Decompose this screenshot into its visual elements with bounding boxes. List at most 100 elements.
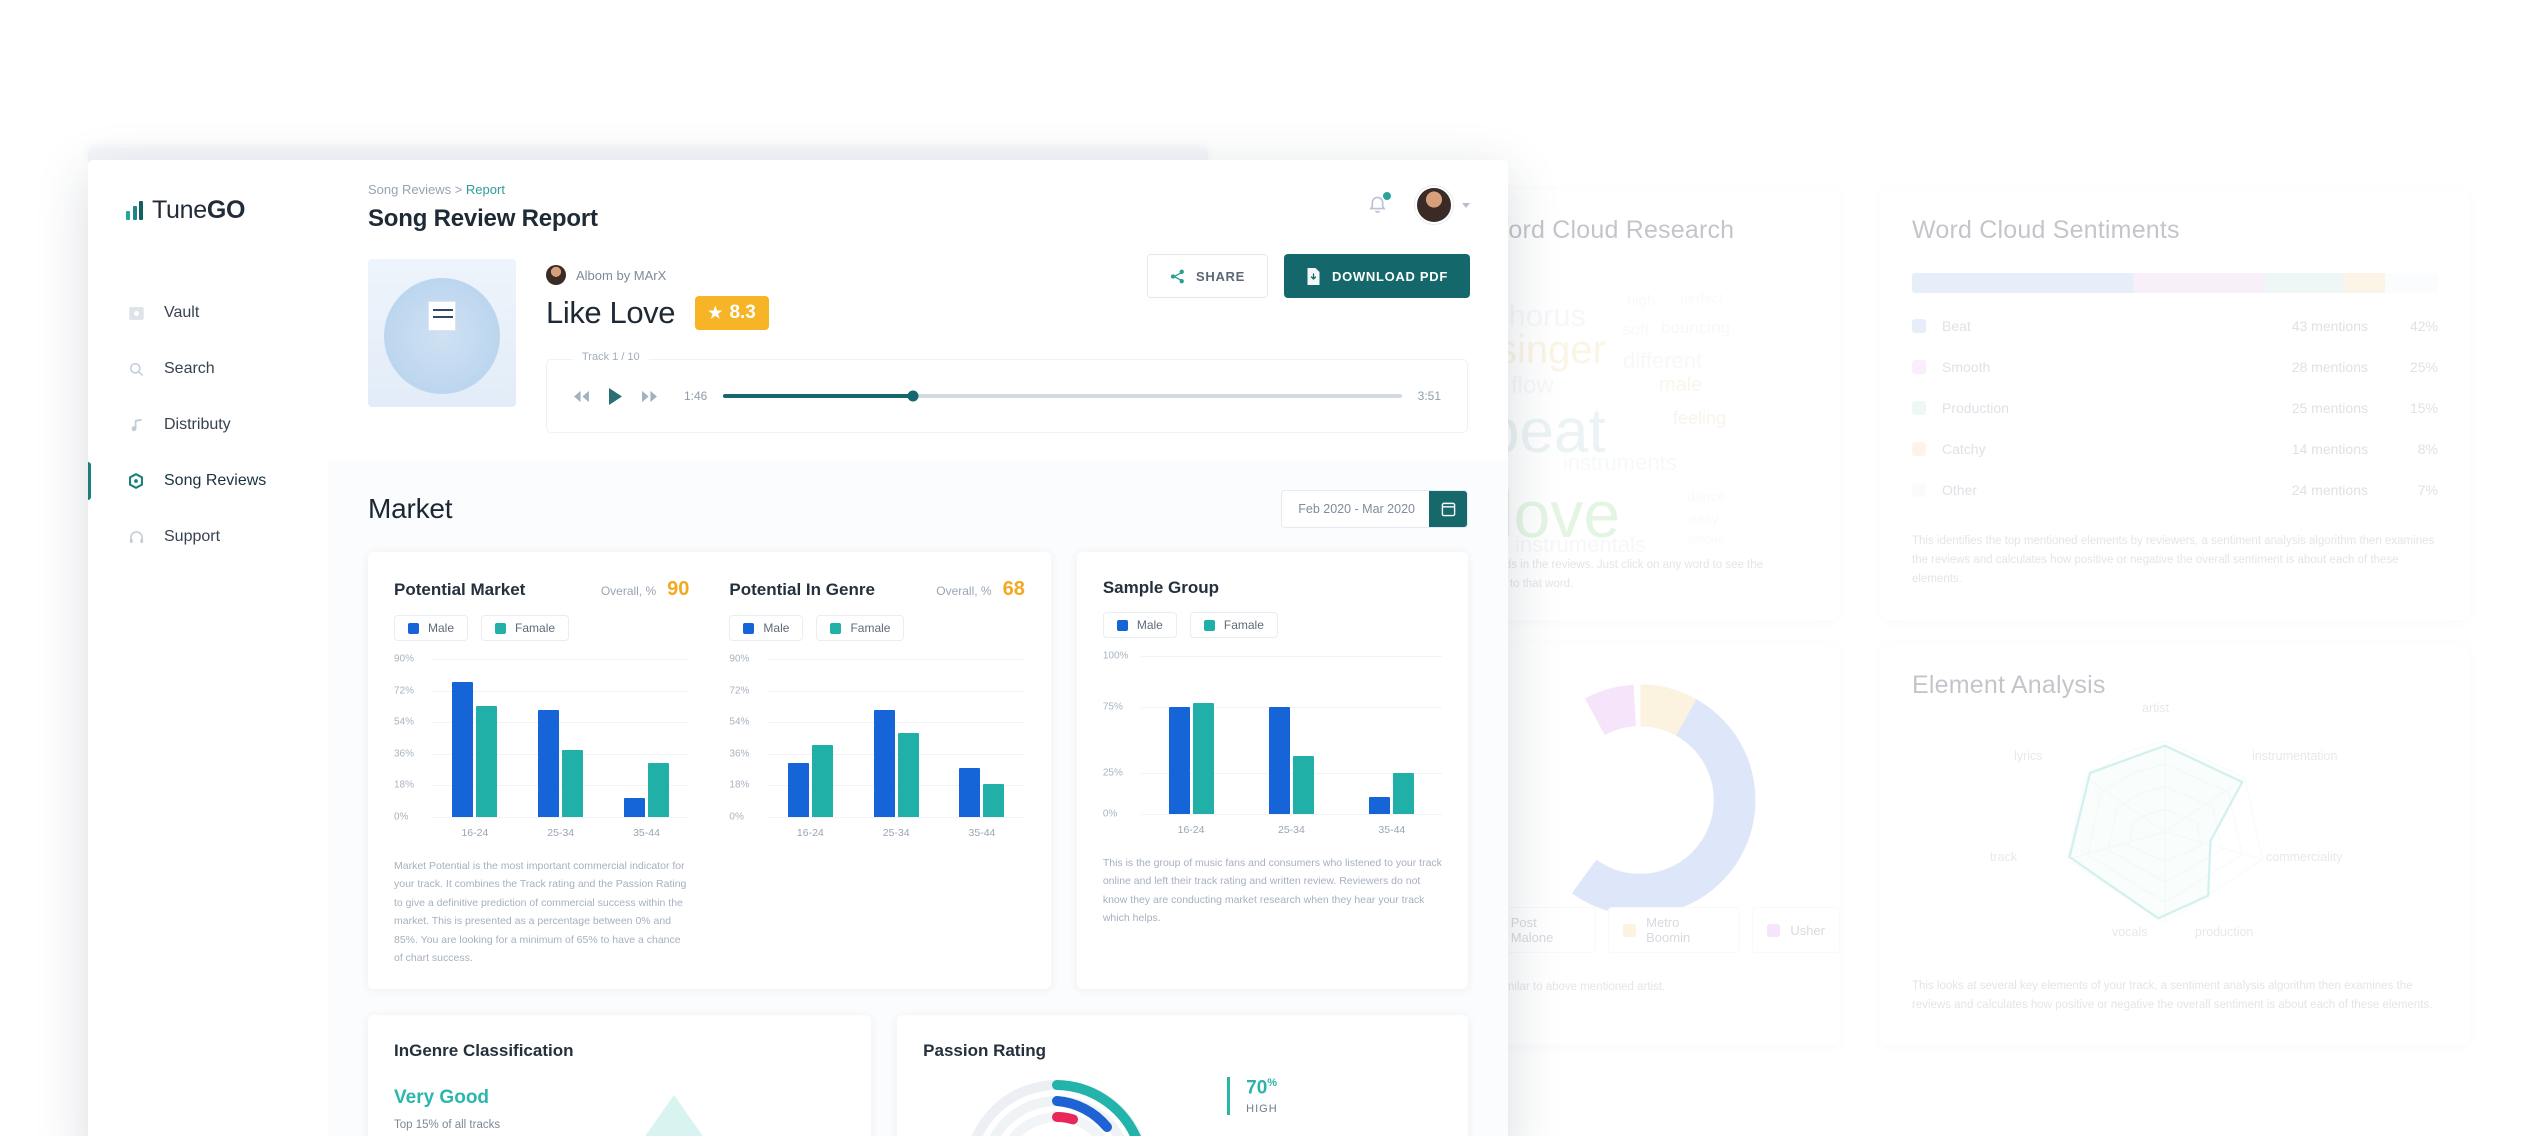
legend-label: Famale bbox=[850, 621, 891, 635]
element-analysis-note: This looks at several key elements of yo… bbox=[1912, 980, 2433, 1012]
word-cloud-word[interactable]: bouncing bbox=[1661, 318, 1730, 338]
sentiment-mentions: 25 mentions bbox=[2291, 400, 2368, 416]
word-cloud-word[interactable]: instrumentals bbox=[1515, 532, 1646, 558]
sidebar-item-search[interactable]: Search bbox=[88, 341, 328, 397]
x-tick: 35-44 bbox=[968, 827, 996, 839]
potential-market-header: Potential Market Overall, % 90 bbox=[394, 578, 689, 601]
star-icon: ★ bbox=[708, 305, 723, 322]
breadcrumb-current[interactable]: Report bbox=[466, 182, 505, 197]
sentiment-label: Production bbox=[1942, 400, 2009, 416]
calendar-icon[interactable] bbox=[1429, 491, 1467, 527]
swatch-icon bbox=[1116, 619, 1128, 631]
play-button[interactable] bbox=[608, 387, 623, 406]
legend-item[interactable]: Metro Boomin bbox=[1608, 907, 1741, 953]
x-tick: 35-44 bbox=[633, 827, 660, 839]
word-cloud-card: Word Cloud Research chorus high perfect sin… bbox=[1455, 190, 1840, 620]
swatch-icon bbox=[408, 622, 419, 634]
word-cloud-word[interactable]: soft bbox=[1622, 320, 1649, 340]
legend-item[interactable]: Usher bbox=[1752, 907, 1840, 953]
breadcrumb-parent[interactable]: Song Reviews > bbox=[368, 182, 466, 197]
user-menu[interactable] bbox=[1415, 186, 1470, 224]
overall-stat: Overall, % 68 bbox=[936, 578, 1025, 601]
swatch-icon bbox=[1203, 619, 1215, 631]
passion-stats: 70% HIGH 23% MEDIUM bbox=[1227, 1077, 1297, 1136]
date-range-picker[interactable]: Feb 2020 - Mar 2020 bbox=[1281, 490, 1468, 528]
x-tick: 25-34 bbox=[882, 827, 910, 839]
y-tick: 54% bbox=[729, 716, 750, 728]
element-analysis-title: Element Analysis bbox=[1912, 671, 2106, 699]
x-axis: 16-24 25-34 35-44 bbox=[1141, 824, 1442, 836]
legend-item-male[interactable]: Male bbox=[394, 615, 469, 641]
sentiment-label: Smooth bbox=[1942, 359, 1991, 375]
card-title: Potential In Genre bbox=[729, 580, 875, 599]
brand-text: TuneGO bbox=[152, 196, 245, 225]
sidebar-item-support[interactable]: Support bbox=[88, 509, 328, 565]
swatch-icon bbox=[830, 622, 842, 634]
bell-icon[interactable] bbox=[1367, 192, 1391, 216]
word-cloud-word[interactable]: instruments bbox=[1563, 450, 1677, 476]
word-cloud-word[interactable]: singer bbox=[1497, 328, 1606, 373]
word-cloud-word[interactable]: feeling bbox=[1673, 408, 1726, 429]
word-cloud-word[interactable]: male bbox=[1659, 374, 1702, 397]
legend-label: Usher bbox=[1790, 922, 1825, 938]
album-by-text: Albom by MArX bbox=[576, 267, 667, 283]
radar-axis-artist: artist bbox=[2142, 701, 2170, 715]
x-tick: 25-34 bbox=[547, 827, 575, 839]
word-cloud-word[interactable]: easy bbox=[1689, 510, 1719, 526]
word-cloud-word[interactable]: high bbox=[1627, 292, 1655, 309]
swatch-icon bbox=[1912, 442, 1926, 456]
sidebar-item-vault[interactable]: Vault bbox=[88, 285, 328, 341]
word-cloud-word[interactable]: love bbox=[1499, 476, 1620, 552]
progress-slider[interactable] bbox=[723, 390, 1402, 402]
rewind-button[interactable] bbox=[573, 390, 590, 403]
rating-badge: ★ 8.3 bbox=[695, 296, 769, 330]
progress-knob[interactable] bbox=[907, 390, 919, 402]
chart-bars-icon bbox=[126, 201, 143, 220]
notification-dot bbox=[1383, 192, 1391, 200]
page-title: Song Review Report bbox=[368, 205, 598, 232]
similar-artists-card: 60% Post Malone Metro Boomin Usher is si… bbox=[1455, 645, 1840, 1045]
y-tick: 100% bbox=[1102, 650, 1129, 662]
sentiment-percent: 15% bbox=[2409, 400, 2438, 416]
forward-button[interactable] bbox=[641, 390, 658, 403]
word-cloud-word[interactable]: unique bbox=[1688, 532, 1724, 546]
y-tick: 25% bbox=[1102, 767, 1123, 779]
download-pdf-button[interactable]: DOWNLOAD PDF bbox=[1284, 254, 1470, 298]
brand-logo[interactable]: TuneGO bbox=[126, 196, 328, 225]
word-cloud-word[interactable]: perfect bbox=[1680, 290, 1723, 306]
word-cloud-word[interactable]: different bbox=[1623, 348, 1702, 374]
share-button[interactable]: SHARE bbox=[1146, 254, 1268, 298]
word-cloud-word[interactable]: dance bbox=[1687, 488, 1725, 504]
potential-market-note: Market Potential is the most important c… bbox=[394, 860, 687, 964]
swatch-icon bbox=[1912, 319, 1926, 333]
x-tick: 16-24 bbox=[796, 827, 824, 839]
potential-market-legend: Male Famale bbox=[394, 615, 689, 641]
bar-group bbox=[518, 659, 604, 817]
album-cover bbox=[368, 259, 516, 407]
chevron-down-icon bbox=[1462, 202, 1470, 208]
artist-avatar bbox=[546, 265, 566, 285]
share-label: SHARE bbox=[1195, 268, 1245, 284]
sidebar-item-song-reviews[interactable]: Song Reviews bbox=[88, 453, 328, 509]
overall-stat: Overall, % 90 bbox=[601, 578, 690, 601]
brand-name-bold: GO bbox=[206, 196, 246, 224]
overall-value: 68 bbox=[1002, 578, 1025, 600]
legend-item-female[interactable]: Famale bbox=[481, 615, 570, 641]
legend-label: Famale bbox=[1223, 618, 1264, 632]
passion-stat-high: 70% HIGH bbox=[1227, 1077, 1297, 1115]
word-cloud-word[interactable]: flow bbox=[1511, 372, 1554, 400]
legend-item-female[interactable]: Famale bbox=[816, 615, 905, 641]
sentiments-card: Word Cloud Sentiments Beat 43 mentions 4… bbox=[1880, 190, 2470, 620]
potential-genre-header: Potential In Genre Overall, % 68 bbox=[729, 578, 1024, 601]
y-tick: 0% bbox=[729, 811, 744, 823]
page-header: Song Reviews > Report Song Review Report bbox=[328, 160, 1508, 460]
sentiment-label: Beat bbox=[1942, 318, 1971, 334]
sidebar-item-distributy[interactable]: Distributy bbox=[88, 397, 328, 453]
legend-label: Post Malone bbox=[1510, 915, 1554, 945]
legend-item-male[interactable]: Male bbox=[729, 615, 804, 641]
bar-group bbox=[767, 659, 853, 817]
bar-group-container bbox=[767, 659, 1024, 817]
sentiments-title: Word Cloud Sentiments bbox=[1912, 216, 2180, 244]
legend-item-male[interactable]: Male bbox=[1102, 612, 1177, 638]
legend-item-female[interactable]: Famale bbox=[1189, 612, 1278, 638]
